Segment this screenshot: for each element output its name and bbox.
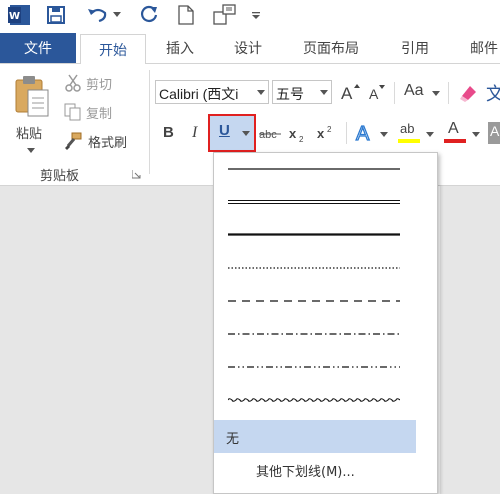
tab-home[interactable]: 开始 — [80, 34, 146, 64]
tab-file[interactable]: 文件 — [0, 33, 76, 63]
tab-references[interactable]: 引用 — [401, 33, 429, 63]
svg-text:文: 文 — [486, 84, 500, 104]
grow-font-icon[interactable]: A — [340, 82, 360, 103]
underline-option-double[interactable] — [214, 186, 437, 219]
underline-option-dotted[interactable] — [214, 252, 437, 285]
format-painter-icon — [65, 132, 82, 150]
touch-mode-icon[interactable] — [212, 4, 238, 26]
font-name-box[interactable]: Calibri (西文i — [155, 80, 269, 104]
tab-page-layout[interactable]: 页面布局 — [303, 33, 359, 63]
italic-icon: I — [192, 124, 198, 141]
copy-button[interactable]: 复制 — [62, 101, 132, 123]
svg-text:W: W — [9, 11, 20, 22]
undo-icon[interactable] — [86, 4, 110, 26]
svg-text:x: x — [317, 126, 325, 141]
svg-text:A: A — [356, 123, 370, 144]
tab-design[interactable]: 设计 — [234, 33, 262, 63]
font-size-dropdown-icon — [320, 90, 328, 95]
font-color-button[interactable]: A — [444, 120, 482, 146]
strikethrough-icon[interactable]: abc — [259, 124, 283, 144]
underline-button[interactable]: U — [208, 114, 256, 152]
format-painter-button[interactable]: 格式刷 — [62, 130, 137, 152]
highlight-icon: ab — [400, 121, 415, 136]
svg-text:2: 2 — [299, 135, 304, 144]
underline-option-dash-dot-dot[interactable] — [214, 351, 437, 384]
change-case-dropdown-icon — [432, 91, 440, 96]
svg-text:x: x — [289, 126, 297, 141]
separator — [346, 122, 347, 144]
word-logo-icon: W — [6, 4, 32, 26]
group-separator — [149, 70, 150, 174]
font-size-box[interactable]: 五号 — [272, 80, 332, 104]
change-case-label: Aa — [404, 82, 424, 99]
character-shading-icon[interactable]: A — [488, 122, 500, 144]
font-color-icon: A — [448, 120, 459, 137]
ribbon-tabs: 文件 开始 插入 设计 页面布局 引用 邮件 — [0, 33, 500, 64]
paste-button[interactable]: 粘贴 — [6, 70, 56, 160]
font-name-value: Calibri (西文i — [159, 86, 239, 102]
paste-icon — [15, 76, 49, 117]
tab-insert[interactable]: 插入 — [166, 33, 194, 63]
text-effects-icon: A — [355, 122, 370, 145]
clear-formatting-icon[interactable] — [458, 82, 480, 104]
underline-option-single[interactable] — [214, 153, 437, 186]
paste-label: 粘贴 — [16, 127, 43, 142]
undo-dropdown-arrow-icon[interactable] — [112, 4, 122, 26]
svg-text:A: A — [341, 84, 353, 102]
separator — [448, 82, 449, 104]
font-color-bar — [444, 139, 466, 143]
text-effects-button[interactable]: A — [354, 120, 390, 146]
paste-dropdown-arrow-icon — [27, 148, 35, 153]
clipboard-dialog-launcher-icon[interactable] — [132, 170, 141, 179]
bold-icon: B — [163, 124, 174, 141]
underline-none-label: 无 — [226, 432, 240, 447]
format-painter-label: 格式刷 — [88, 136, 128, 151]
shrink-font-icon[interactable]: A — [366, 82, 386, 102]
copy-icon — [64, 103, 81, 121]
highlight-button[interactable]: ab — [398, 120, 436, 146]
svg-text:abc: abc — [259, 129, 277, 141]
font-name-dropdown-icon — [257, 90, 265, 95]
font-size-value: 五号 — [276, 87, 304, 103]
change-case-button[interactable]: Aa — [402, 82, 442, 104]
text-effects-dropdown-icon — [380, 132, 388, 137]
cut-label: 剪切 — [86, 78, 113, 93]
tab-mailings[interactable]: 邮件 — [470, 33, 498, 63]
customize-qat-icon[interactable] — [250, 4, 262, 26]
clipboard-group-label: 剪贴板 — [40, 169, 80, 184]
highlight-dropdown-icon — [426, 132, 434, 137]
phonetic-guide-icon[interactable]: 文 — [486, 80, 500, 104]
font-color-dropdown-icon — [472, 132, 480, 137]
new-document-icon[interactable] — [176, 4, 196, 26]
underline-dropdown-menu: 无 其他下划线(M)... — [213, 152, 438, 494]
underline-option-none[interactable]: 无 — [214, 420, 416, 453]
underline-option-dash-dot[interactable] — [214, 318, 437, 351]
subscript-icon[interactable]: x2 — [288, 124, 310, 144]
scissors-icon — [65, 74, 81, 92]
highlight-color-bar — [398, 139, 420, 143]
underline-option-thick[interactable] — [214, 219, 437, 252]
underline-icon: U — [219, 122, 230, 139]
svg-text:A: A — [369, 86, 379, 102]
superscript-icon[interactable]: x2 — [316, 124, 338, 144]
quick-access-toolbar: W — [0, 0, 500, 33]
more-underlines-option[interactable]: 其他下划线(M)... — [256, 461, 355, 480]
underline-option-dashed[interactable] — [214, 285, 437, 318]
copy-label: 复制 — [86, 107, 113, 122]
redo-icon[interactable] — [139, 4, 161, 26]
save-icon[interactable] — [45, 4, 67, 26]
underline-dropdown-icon — [242, 131, 250, 136]
italic-button[interactable]: I — [186, 122, 206, 144]
svg-text:2: 2 — [327, 125, 332, 134]
bold-button[interactable]: B — [158, 122, 180, 144]
cut-button[interactable]: 剪切 — [62, 72, 132, 94]
underline-option-wave[interactable] — [214, 384, 437, 417]
separator — [394, 82, 395, 104]
